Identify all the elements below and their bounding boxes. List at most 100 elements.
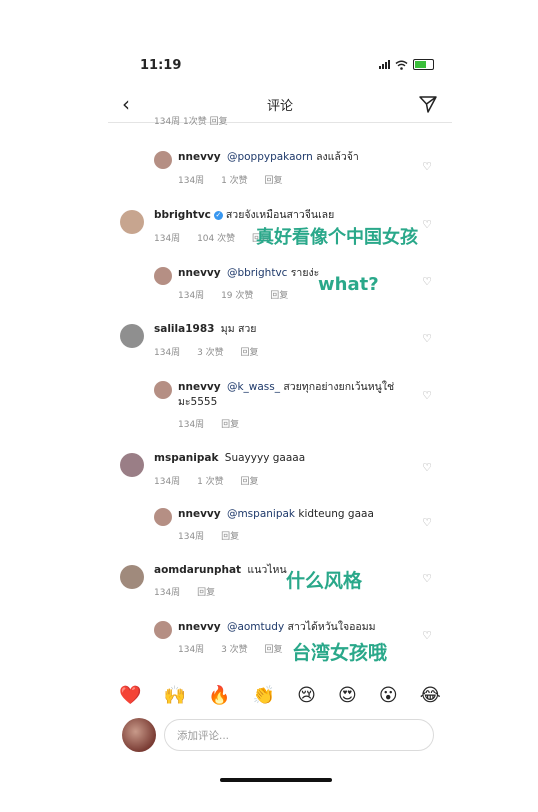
comment-meta: 134周 3 次赞 回复: [178, 642, 297, 655]
avatar[interactable]: [154, 508, 172, 526]
crying-emoji-button[interactable]: 😢: [297, 685, 316, 706]
comment-text: nnevvy @mspanipak kidteung gaaa: [178, 507, 374, 522]
comment-age: 134周: [154, 348, 181, 358]
comment-age: 134周: [154, 588, 181, 598]
comment-likes[interactable]: 104 次赞: [197, 234, 235, 244]
heart-icon[interactable]: ♡: [422, 629, 432, 642]
comment-age: 134周: [154, 477, 181, 487]
comment-likes[interactable]: 3 次赞: [221, 645, 248, 655]
comment-age: 134周: [154, 234, 181, 244]
surprised-emoji-button[interactable]: 😮: [379, 685, 398, 706]
emoji-quick-bar: ❤️ 🙌 🔥 👏 😢 😍 😮 😂: [108, 680, 452, 710]
reply-button[interactable]: 回复: [221, 532, 239, 542]
comment-age: 134周: [178, 176, 205, 186]
reply-button[interactable]: 回复: [265, 645, 283, 655]
truncated-meta: 134周 1次赞 回复: [154, 117, 228, 127]
comment-text: nnevvy @k_wass_ สวยทุกอย่างยกเว้นหนูใช่: [178, 380, 394, 395]
comment-username[interactable]: nnevvy: [178, 151, 221, 163]
heart-icon[interactable]: ♡: [422, 332, 432, 345]
comment-age: 134周: [178, 645, 205, 655]
comment-meta: 134周 回复: [178, 417, 253, 430]
comment-body: สวยทุกอย่างยกเว้นหนูใช่: [283, 381, 395, 393]
avatar[interactable]: [154, 621, 172, 639]
comment-text: nnevvy @poppypakaorn ลงแล้วจ้า: [178, 150, 359, 165]
heart-icon[interactable]: ♡: [422, 572, 432, 585]
avatar[interactable]: [120, 210, 144, 234]
cellular-signal-icon: [379, 60, 390, 69]
avatar[interactable]: [154, 267, 172, 285]
reply-button[interactable]: 回复: [197, 588, 215, 598]
comment-likes[interactable]: 19 次赞: [221, 291, 253, 301]
heart-icon[interactable]: ♡: [422, 275, 432, 288]
comment-meta: 134周 回复: [154, 585, 229, 598]
mention[interactable]: @bbrightvc: [227, 267, 288, 279]
reply-button[interactable]: 回复: [241, 348, 259, 358]
comment-input[interactable]: 添加评论...: [164, 719, 434, 751]
heart-icon[interactable]: ♡: [422, 461, 432, 474]
mention[interactable]: @poppypakaorn: [227, 151, 313, 163]
comment-composer: 添加评论...: [118, 716, 442, 756]
comment-body: kidteung gaaa: [298, 508, 374, 520]
reply-button[interactable]: 回复: [241, 477, 259, 487]
comment-username[interactable]: nnevvy: [178, 621, 221, 633]
phone-screen: 11:19 ‹ 评论 134周 1次赞 回复 nnevvy @poppypaka…: [108, 48, 452, 812]
comment-age: 134周: [178, 420, 205, 430]
heart-icon[interactable]: ♡: [422, 160, 432, 173]
overlay-caption: what?: [318, 274, 379, 295]
comment-username[interactable]: aomdarunphat: [154, 564, 241, 576]
avatar[interactable]: [154, 381, 172, 399]
comment-meta: 134周 回复: [178, 529, 253, 542]
status-icons: [379, 59, 434, 70]
reply-button[interactable]: 回复: [270, 291, 288, 301]
comment-text: nnevvy @aomtudy สาวได้หวันใจออมม: [178, 620, 376, 635]
overlay-caption: 什么风格: [286, 570, 363, 592]
overlay-caption: 真好看像个中国女孩: [256, 227, 418, 248]
comment-meta: 134周 3 次赞 回复: [154, 345, 273, 358]
heart-icon[interactable]: ♡: [422, 389, 432, 402]
comment-username[interactable]: salila1983: [154, 323, 214, 335]
comment-username[interactable]: mspanipak: [154, 452, 218, 464]
comment-meta: 134周 1 次赞 回复: [154, 474, 273, 487]
overlay-caption: 台湾女孩哦: [292, 642, 388, 664]
comment-body: มุม สวย: [220, 323, 257, 335]
comment-likes[interactable]: 1 次赞: [221, 176, 248, 186]
laughing-emoji-button[interactable]: 😂: [420, 685, 441, 706]
comment-body: รายง่ะ: [290, 267, 320, 279]
avatar[interactable]: [120, 565, 144, 589]
mention[interactable]: @aomtudy: [227, 621, 284, 633]
comment-username[interactable]: nnevvy: [178, 508, 221, 520]
heart-eyes-emoji-button[interactable]: 😍: [338, 685, 357, 706]
mention[interactable]: @k_wass_: [227, 381, 280, 393]
comment-likes[interactable]: 1 次赞: [197, 477, 224, 487]
fire-emoji-button[interactable]: 🔥: [208, 685, 230, 706]
battery-icon: [413, 59, 434, 70]
heart-icon[interactable]: ♡: [422, 516, 432, 529]
comment-username[interactable]: bbrightvc: [154, 209, 211, 221]
avatar[interactable]: [154, 151, 172, 169]
heart-emoji-button[interactable]: ❤️: [119, 685, 141, 706]
comment-username[interactable]: nnevvy: [178, 267, 221, 279]
status-bar: 11:19: [108, 48, 452, 82]
avatar[interactable]: [120, 324, 144, 348]
page-title: 评论: [266, 99, 293, 114]
comment-body: สาวได้หวันใจออมม: [287, 621, 376, 633]
comment-body: Suayyyy gaaaa: [224, 452, 306, 464]
avatar[interactable]: [120, 453, 144, 477]
comment-username[interactable]: nnevvy: [178, 381, 221, 393]
reply-button[interactable]: 回复: [221, 420, 239, 430]
send-icon[interactable]: [418, 94, 438, 114]
comment-meta: 134周 1 次赞 回复: [178, 173, 297, 186]
clap-emoji-button[interactable]: 👏: [253, 685, 275, 706]
home-indicator[interactable]: [220, 778, 332, 782]
status-time: 11:19: [140, 58, 182, 73]
mention[interactable]: @mspanipak: [227, 508, 295, 520]
comment-age: 134周: [178, 291, 205, 301]
reply-button[interactable]: 回复: [265, 176, 283, 186]
comment-text: salila1983 มุม สวย: [154, 322, 256, 337]
comment-likes[interactable]: 3 次赞: [197, 348, 224, 358]
comment-text: aomdarunphat แนวไหน: [154, 563, 287, 578]
wifi-icon: [395, 60, 408, 70]
heart-icon[interactable]: ♡: [422, 218, 432, 231]
raised-hands-emoji-button[interactable]: 🙌: [164, 685, 186, 706]
own-avatar: [122, 718, 156, 752]
